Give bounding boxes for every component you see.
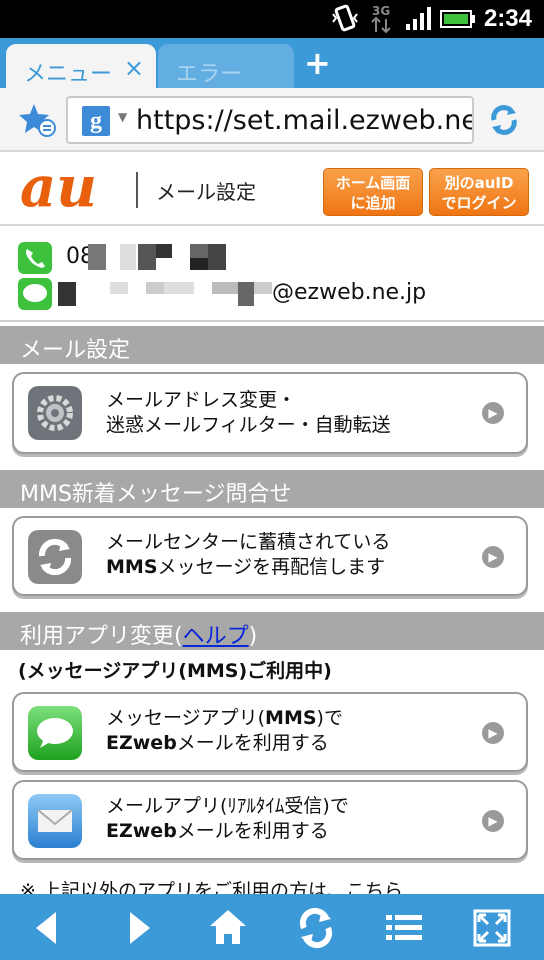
tab-menu[interactable]: メニュー × <box>6 44 156 88</box>
message-app-line-2: EZwebメールを利用する <box>106 731 343 756</box>
network-3g-label: 3G <box>372 4 390 18</box>
url-text[interactable]: https://set.mail.ezweb.ne.jp <box>136 105 472 136</box>
message-app-line-2-rest: メールを利用する <box>176 732 329 754</box>
battery-icon <box>440 10 475 28</box>
login-other-auid-button[interactable]: 別のauID でログイン <box>429 168 529 216</box>
mms-resend-card[interactable]: メールセンターに蓄積されている MMSメッセージを再配信します ▶ <box>12 516 528 596</box>
url-field[interactable]: g ▼ https://set.mail.ezweb.ne.jp <box>66 96 474 144</box>
message-app-bold: MMS <box>265 707 317 729</box>
add-to-home-label-2: に追加 <box>350 194 396 212</box>
tab-menu-label: メニュー <box>24 62 113 87</box>
help-link[interactable]: ヘルプ <box>183 624 249 649</box>
au-logo-text: au <box>20 162 97 214</box>
browser-screen: 3G 2:34 メニュー × エラー + g ▼ https://set.mai… <box>0 0 544 960</box>
forward-icon[interactable] <box>118 906 162 950</box>
reload-icon[interactable] <box>486 102 522 138</box>
phone-icon <box>18 242 52 274</box>
section-mail-settings-title: メール設定 <box>20 338 131 363</box>
section-mms-inquiry: MMS新着メッセージ問合せ <box>0 470 544 508</box>
mail-app-line-2: EZwebメールを利用する <box>106 819 349 844</box>
message-bubble-icon <box>28 706 82 760</box>
browser-toolbar <box>0 894 544 960</box>
vibrate-icon <box>332 4 358 32</box>
login-label-1: 別のauID <box>444 174 514 192</box>
message-app-card-text: メッセージアプリ(MMS)で EZwebメールを利用する <box>106 706 343 756</box>
chevron-right-icon: ▶ <box>482 810 504 832</box>
add-to-home-label-1: ホーム画面 <box>335 174 411 192</box>
section-app-change: 利用アプリ変更(ヘルプ) <box>0 612 544 650</box>
fullscreen-icon[interactable] <box>470 906 514 950</box>
mail-address-line-2: 迷惑メールフィルター・自動転送 <box>106 414 391 436</box>
current-app-note: (メッセージアプリ(MMS)ご利用中) <box>18 660 332 682</box>
status-time: 2:34 <box>483 5 532 32</box>
mms-resend-line-1: メールセンターに蓄積されている <box>106 531 391 553</box>
account-info: 08 @ezweb.ne.jp <box>0 226 544 322</box>
chevron-right-icon: ▶ <box>482 546 504 568</box>
message-app-line-1: メッセージアプリ(MMS)で <box>106 706 343 731</box>
mms-resend-bold: MMS <box>106 556 158 578</box>
add-to-home-button[interactable]: ホーム画面 に追加 <box>323 168 423 216</box>
mail-app-card-text: メールアプリ(ﾘｱﾙﾀｲﾑ受信)で EZwebメールを利用する <box>106 794 349 844</box>
au-logo: au <box>20 162 97 214</box>
mail-address-card-text: メールアドレス変更・ 迷惑メールフィルター・自動転送 <box>106 388 391 438</box>
close-tab-icon[interactable]: × <box>124 54 144 82</box>
section-app-change-prefix: 利用アプリ変更( <box>20 624 183 649</box>
email-domain: @ezweb.ne.jp <box>272 280 427 305</box>
signal-icon <box>406 7 431 30</box>
header-divider <box>136 172 138 208</box>
chevron-right-icon: ▶ <box>482 402 504 424</box>
page-title: メール設定 <box>156 180 256 204</box>
back-icon[interactable] <box>24 906 68 950</box>
envelope-icon <box>28 794 82 848</box>
menu-list-icon[interactable] <box>382 906 426 950</box>
tab-bar: メニュー × エラー + <box>0 38 544 88</box>
mail-app-line-1: メールアプリ(ﾘｱﾙﾀｲﾑ受信)で <box>106 795 349 817</box>
mail-app-line-2-rest: メールを利用する <box>176 820 329 842</box>
mail-app-card[interactable]: メールアプリ(ﾘｱﾙﾀｲﾑ受信)で EZwebメールを利用する ▶ <box>12 780 528 860</box>
message-app-card[interactable]: メッセージアプリ(MMS)で EZwebメールを利用する ▶ <box>12 692 528 772</box>
section-mail-settings: メール設定 <box>0 326 544 364</box>
network-3g-icon: 3G <box>371 4 391 34</box>
search-engine-icon[interactable]: g <box>82 106 110 136</box>
mail-address-settings-card[interactable]: メールアドレス変更・ 迷惑メールフィルター・自動転送 ▶ <box>12 372 528 454</box>
status-bar: 3G 2:34 <box>0 0 544 38</box>
page-header: au メール設定 ホーム画面 に追加 別のauID でログイン <box>0 152 544 226</box>
message-app-line-1b: )で <box>316 707 343 729</box>
chevron-down-icon[interactable]: ▼ <box>118 110 127 124</box>
settings-gear-icon <box>28 386 82 440</box>
refresh-icon[interactable] <box>294 906 338 950</box>
login-label-2: でログイン <box>441 194 517 212</box>
mms-resend-card-text: メールセンターに蓄積されている MMSメッセージを再配信します <box>106 530 390 580</box>
chevron-right-icon: ▶ <box>482 722 504 744</box>
section-mms-inquiry-title: MMS新着メッセージ問合せ <box>20 482 292 507</box>
message-app-ezweb: EZweb <box>106 732 177 754</box>
section-app-change-suffix: ) <box>248 624 258 649</box>
message-icon <box>18 278 52 310</box>
mail-address-line-1: メールアドレス変更・ <box>106 389 297 411</box>
add-tab-button[interactable]: + <box>304 47 331 79</box>
message-app-line-1a: メッセージアプリ( <box>106 707 266 729</box>
refresh-arrows-icon <box>28 530 82 584</box>
mms-resend-line-2: MMSメッセージを再配信します <box>106 555 390 580</box>
mail-app-ezweb: EZweb <box>106 820 177 842</box>
mms-resend-rest: メッセージを再配信します <box>157 556 386 578</box>
bookmark-star-icon[interactable] <box>18 102 58 138</box>
address-bar: g ▼ https://set.mail.ezweb.ne.jp <box>0 88 544 152</box>
tab-error[interactable]: エラー <box>158 44 294 88</box>
tab-error-label: エラー <box>176 62 243 87</box>
home-icon[interactable] <box>206 906 250 950</box>
